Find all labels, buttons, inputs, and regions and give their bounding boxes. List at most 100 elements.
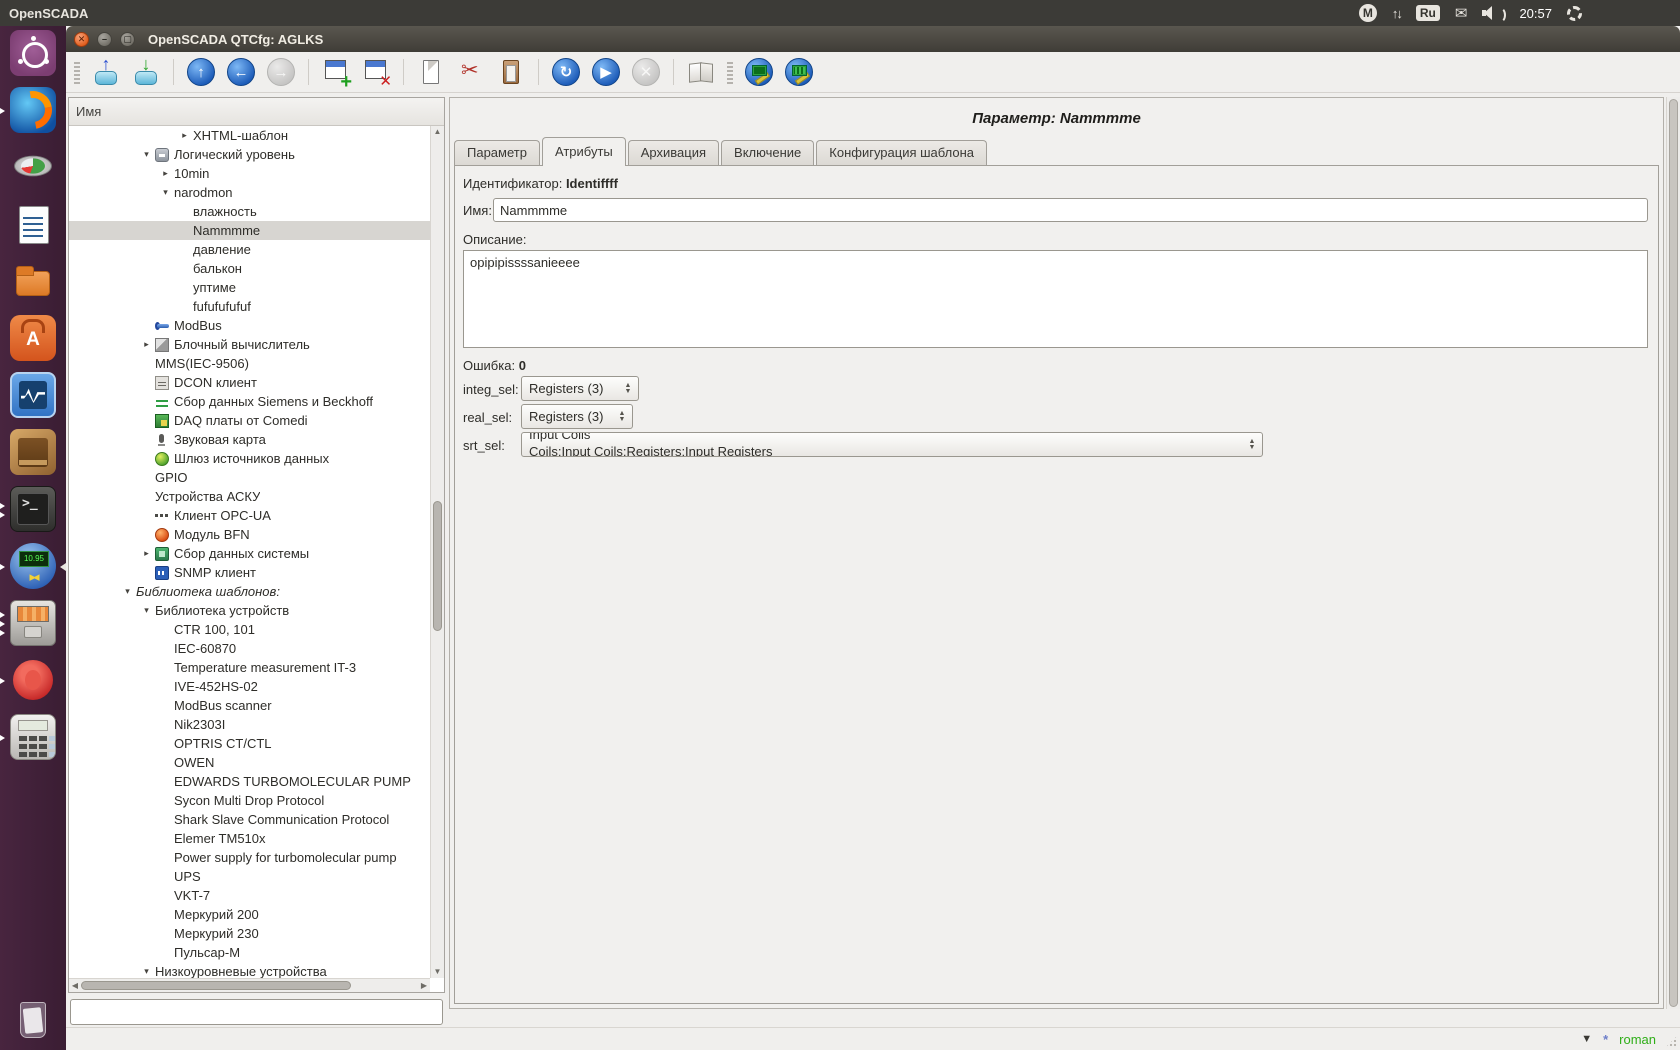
- tree-item[interactable]: VKT-7: [69, 886, 430, 905]
- tree-hscroll-thumb[interactable]: [81, 981, 351, 990]
- tree-item[interactable]: ▾Библиотека шаблонов:: [69, 582, 430, 601]
- launcher-item-writer[interactable]: [0, 201, 66, 249]
- tree-item[interactable]: влажность: [69, 202, 430, 221]
- expander-open-icon[interactable]: ▾: [157, 183, 174, 202]
- tree-item[interactable]: Звуковая карта: [69, 430, 430, 449]
- launcher-item-trash[interactable]: [0, 996, 66, 1044]
- integ-sel-combobox[interactable]: Registers (3) ▲▼: [521, 376, 639, 401]
- tab-attributes[interactable]: Атрибуты: [542, 137, 626, 166]
- scroll-up-arrow-icon[interactable]: ▲: [431, 126, 444, 138]
- panel-vscroll-thumb[interactable]: [1669, 99, 1678, 1007]
- tree-vscroll-thumb[interactable]: [433, 501, 442, 631]
- launcher-item-disk-1[interactable]: [0, 771, 66, 819]
- tree-item[interactable]: ▸Сбор данных системы: [69, 544, 430, 563]
- tree-item[interactable]: IVE-452HS-02: [69, 677, 430, 696]
- expander-open-icon[interactable]: ▾: [119, 582, 136, 601]
- tree-item[interactable]: DCON клиент: [69, 373, 430, 392]
- tree-item[interactable]: ▾Логический уровень: [69, 145, 430, 164]
- tree-item[interactable]: SNMP клиент: [69, 563, 430, 582]
- tree-item[interactable]: DAQ платы от Comedi: [69, 411, 430, 430]
- keyboard-layout-indicator[interactable]: Ru: [1416, 5, 1440, 21]
- tree-item[interactable]: балькон: [69, 259, 430, 278]
- status-dropdown-icon[interactable]: ▼: [1581, 1033, 1592, 1045]
- tree-item[interactable]: Устройства АСКУ: [69, 487, 430, 506]
- spinner-arrows-icon[interactable]: ▲▼: [621, 379, 635, 398]
- tree-horizontal-scrollbar[interactable]: ◀ ▶: [69, 978, 430, 992]
- expander-closed-icon[interactable]: ▸: [176, 126, 193, 145]
- launcher-item-opera[interactable]: [0, 657, 66, 705]
- cut-item-button[interactable]: [455, 56, 487, 88]
- clock[interactable]: 20:57: [1519, 6, 1552, 21]
- tree-item[interactable]: GPIO: [69, 468, 430, 487]
- tree-item[interactable]: ▾Библиотека устройств: [69, 601, 430, 620]
- tree-item[interactable]: EDWARDS TURBOMOLECULAR PUMP: [69, 772, 430, 791]
- tree-item[interactable]: ModBus: [69, 316, 430, 335]
- volume-indicator-icon[interactable]: [1482, 5, 1504, 21]
- tree-item[interactable]: Temperature measurement IT-3: [69, 658, 430, 677]
- launcher-item-disk-2[interactable]: [0, 828, 66, 876]
- toolbar-drag-handle[interactable]: [727, 60, 733, 84]
- network-indicator-icon[interactable]: ↑↓: [1392, 6, 1401, 21]
- real-sel-combobox[interactable]: Registers (3) ▲▼: [521, 404, 633, 429]
- tree-item[interactable]: IEC-60870: [69, 639, 430, 658]
- launcher-item-files[interactable]: [0, 258, 66, 306]
- launcher-item-archive[interactable]: [0, 600, 66, 648]
- tree-column-header[interactable]: Имя: [69, 98, 444, 126]
- refresh-button[interactable]: ↻: [550, 56, 582, 88]
- tree-item[interactable]: Клиент OPC-UA: [69, 506, 430, 525]
- tree-item[interactable]: ▾Низкоуровневые устройства: [69, 962, 430, 978]
- tree-item[interactable]: Шлюз источников данных: [69, 449, 430, 468]
- launcher-item-terminal[interactable]: [0, 486, 66, 534]
- tree-item[interactable]: ▸XHTML-шаблон: [69, 126, 430, 145]
- tree-item[interactable]: Меркурий 200: [69, 905, 430, 924]
- srt-sel-combobox[interactable]: Input Coils Coils;Input Coils;Registers;…: [521, 432, 1263, 457]
- launcher-item-system-monitor[interactable]: [0, 372, 66, 420]
- expander-open-icon[interactable]: ▾: [138, 145, 155, 164]
- messaging-menu-icon[interactable]: M: [1359, 4, 1377, 22]
- launcher-item-workshop[interactable]: [0, 429, 66, 477]
- expander-closed-icon[interactable]: ▸: [138, 544, 155, 563]
- load-from-db-button[interactable]: [90, 56, 122, 88]
- qtcfg-module-button[interactable]: [743, 56, 775, 88]
- back-button[interactable]: ←: [225, 56, 257, 88]
- copy-item-button[interactable]: [415, 56, 447, 88]
- launcher-item-ubuntu-dash[interactable]: [0, 30, 66, 78]
- delete-item-button[interactable]: [360, 56, 392, 88]
- tab-archiving[interactable]: Архивация: [628, 140, 719, 165]
- tree-item[interactable]: ▸10min: [69, 164, 430, 183]
- tree-item[interactable]: Elemer TM510x: [69, 829, 430, 848]
- name-input[interactable]: [493, 198, 1648, 222]
- window-titlebar[interactable]: ✕ – ▢ OpenSCADA QTCfg: AGLKS: [66, 26, 1680, 52]
- toolbar-drag-handle[interactable]: [74, 60, 80, 84]
- window-minimize-button[interactable]: –: [97, 32, 112, 47]
- tree-item[interactable]: уптиме: [69, 278, 430, 297]
- expander-open-icon[interactable]: ▾: [138, 962, 155, 978]
- session-gear-icon[interactable]: [1567, 6, 1582, 21]
- tree-item[interactable]: давление: [69, 240, 430, 259]
- manual-button[interactable]: [685, 56, 717, 88]
- launcher-item-openscada[interactable]: 10.95▸◂: [0, 543, 66, 591]
- save-to-db-button[interactable]: [130, 56, 162, 88]
- scroll-down-arrow-icon[interactable]: ▼: [431, 966, 444, 978]
- launcher-item-disk-3[interactable]: [0, 885, 66, 933]
- add-item-button[interactable]: [320, 56, 352, 88]
- tree-vertical-scrollbar[interactable]: ▲ ▼: [430, 126, 444, 978]
- panel-vertical-scrollbar[interactable]: [1666, 97, 1680, 1009]
- scroll-right-arrow-icon[interactable]: ▶: [418, 979, 430, 992]
- tree-item[interactable]: MMS(IEC-9506): [69, 354, 430, 373]
- tree-item[interactable]: OPTRIS CT/CTL: [69, 734, 430, 753]
- launcher-item-firefox[interactable]: [0, 87, 66, 135]
- tree-search-input[interactable]: [70, 999, 443, 1025]
- tab-template-config[interactable]: Конфигурация шаблона: [816, 140, 987, 165]
- window-close-button[interactable]: ✕: [74, 32, 89, 47]
- paste-item-button[interactable]: [495, 56, 527, 88]
- tree-item[interactable]: Power supply for turbomolecular pump: [69, 848, 430, 867]
- tree-item[interactable]: Shark Slave Communication Protocol: [69, 810, 430, 829]
- tree-item[interactable]: ▾narodmon: [69, 183, 430, 202]
- spinner-arrows-icon[interactable]: ▲▼: [615, 407, 629, 426]
- tree-item[interactable]: Пульсар-М: [69, 943, 430, 962]
- tree-item[interactable]: UPS: [69, 867, 430, 886]
- launcher-item-software-center[interactable]: [0, 315, 66, 363]
- tree-item[interactable]: fufufufufuf: [69, 297, 430, 316]
- tab-parameter[interactable]: Параметр: [454, 140, 540, 165]
